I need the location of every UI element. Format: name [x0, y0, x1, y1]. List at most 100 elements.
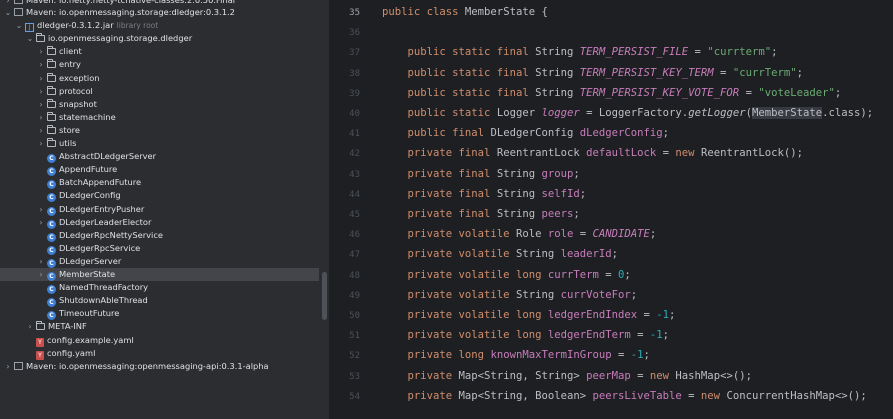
code-token: MemberState — [751, 107, 823, 119]
tree-item-label: entry — [59, 59, 81, 70]
tree-item[interactable]: › statemachine — [0, 111, 319, 124]
tree-item[interactable]: › exception — [0, 72, 319, 85]
code-token: private volatile — [407, 228, 516, 241]
code-token: ; — [662, 329, 670, 342]
line-number: 39 — [349, 88, 360, 99]
tree-item[interactable]: ⌄ io.openmessaging.storage.dledger — [0, 32, 319, 45]
package-icon — [47, 46, 56, 56]
jar-icon: J — [25, 23, 34, 33]
tree-item-label: META-INF — [48, 321, 87, 332]
chevron-right-icon[interactable]: › — [4, 360, 12, 373]
chevron-right-icon[interactable]: › — [37, 203, 45, 216]
tree-item[interactable]: ⌄ Jdledger-0.3.1.2.jar library root — [0, 19, 319, 33]
chevron-right-icon[interactable]: › — [37, 85, 45, 98]
chevron-right-icon[interactable]: › — [37, 268, 45, 281]
code-line[interactable]: public final DLedgerConfig dLedgerConfig… — [382, 127, 670, 139]
code-token: public static final — [407, 86, 536, 99]
tree-item[interactable]: › Maven: io.openmessaging:openmessaging-a… — [0, 360, 319, 373]
code-line[interactable]: public class MemberState { — [382, 6, 548, 18]
code-token: group — [541, 167, 574, 180]
tree-item[interactable]: C AbstractDLedgerServer — [0, 150, 319, 164]
code-token: = — [598, 268, 619, 281]
tree-item[interactable]: › C DLedgerLeaderElector — [0, 216, 319, 229]
code-line[interactable]: public static final String TERM_PERSIST_… — [382, 46, 778, 58]
code-token: = — [637, 309, 657, 321]
chevron-down-icon[interactable]: ⌄ — [15, 19, 23, 32]
chevron-right-icon[interactable]: › — [37, 216, 45, 229]
tree-item[interactable]: › C MemberState — [0, 268, 319, 281]
code-token: = — [630, 329, 650, 342]
code-line[interactable]: private volatile String currVoteFor; — [382, 289, 638, 301]
tree-item[interactable]: Yconfig.yaml — [0, 347, 319, 360]
code-line[interactable]: private final String selfId; — [382, 187, 587, 200]
tree-item-label: config.example.yaml — [47, 334, 134, 345]
tree-item[interactable]: › store — [0, 124, 319, 137]
code-line[interactable]: public static final String TERM_PERSIST_… — [382, 67, 803, 79]
chevron-right-icon[interactable]: › — [37, 45, 45, 58]
code-line[interactable]: public static Logger logger = LoggerFact… — [382, 107, 873, 119]
code-token: private final — [407, 147, 497, 160]
chevron-right-icon[interactable]: › — [26, 320, 34, 333]
code-line[interactable]: private volatile String leaderId; — [382, 248, 619, 260]
tree-item-hint: library root — [116, 21, 159, 31]
package-icon — [47, 111, 56, 121]
code-line[interactable]: public static final String TERM_PERSIST_… — [382, 86, 842, 99]
chevron-right-icon[interactable]: › — [37, 124, 45, 137]
tree-item[interactable]: C DLedgerConfig — [0, 189, 319, 203]
chevron-right-icon[interactable]: › — [37, 58, 45, 71]
tree-item[interactable]: › client — [0, 45, 319, 58]
class-icon: C — [47, 272, 56, 281]
tree-item[interactable]: C DLedgerRpcService — [0, 242, 319, 255]
code-line[interactable]: private volatile long ledgerEndTerm = -1… — [382, 329, 670, 342]
tree-item[interactable]: C NamedThreadFactory — [0, 281, 319, 295]
line-number: 48 — [349, 270, 360, 281]
tree-item[interactable]: C AppendFuture — [0, 163, 319, 177]
tree-item[interactable]: Yconfig.example.yaml — [0, 334, 319, 347]
code-line[interactable]: private volatile long currTerm = 0; — [382, 269, 631, 281]
code-line[interactable]: private final String peers; — [382, 208, 580, 220]
chevron-right-icon[interactable]: › — [37, 72, 45, 85]
code-token: = — [573, 228, 593, 241]
tree-item-label: client — [59, 46, 82, 57]
chevron-right-icon[interactable]: › — [37, 255, 45, 268]
code-token: String — [535, 66, 580, 79]
tree-item[interactable]: › protocol — [0, 85, 319, 98]
code-line[interactable]: private final String group; — [382, 168, 580, 180]
chevron-right-icon[interactable]: › — [37, 111, 45, 124]
tree-item[interactable]: C ShutdownAbleThread — [0, 294, 319, 308]
tree-item-label: statemachine — [59, 111, 116, 122]
code-line[interactable]: private Map<String, String> peerMap = ne… — [382, 370, 752, 382]
chevron-down-icon[interactable]: ⌄ — [4, 6, 12, 19]
code-line[interactable]: private volatile long ledgerEndIndex = -… — [382, 309, 676, 321]
tree-item[interactable]: › snapshot — [0, 98, 319, 111]
tree-item-label: DLedgerLeaderElector — [59, 216, 152, 227]
code-editor[interactable]: 35 36 37 38 39 40 41 42 43 44 45 46 47 48 49 50 51 52 53 54… — [330, 0, 893, 419]
code-line[interactable]: private long knownMaxTermInGroup = -1; — [382, 349, 650, 361]
tree-item[interactable]: › META-INF — [0, 320, 319, 333]
tree-item[interactable]: ⌄ Maven: io.openmessaging.storage:dledger… — [0, 6, 319, 19]
code-token: -1 — [630, 349, 644, 362]
tree-item[interactable]: C BatchAppendFuture — [0, 176, 319, 190]
chevron-right-icon[interactable]: › — [37, 98, 45, 111]
tree-item[interactable]: › C DLedgerServer — [0, 255, 319, 268]
project-tree[interactable]: › Maven: io.netty:netty-tcnative-classes:… — [0, 0, 330, 419]
tree-item[interactable]: C TimeoutFuture — [0, 307, 319, 321]
code-token: String — [496, 187, 542, 200]
tree-item[interactable]: › C DLedgerEntryPusher — [0, 203, 319, 216]
tree-item[interactable]: › utils — [0, 137, 319, 150]
chevron-right-icon[interactable]: › — [37, 137, 45, 150]
yaml-file-icon: Y — [36, 350, 44, 360]
code-token: String — [496, 208, 542, 220]
chevron-down-icon[interactable]: ⌄ — [26, 32, 34, 45]
tree-item[interactable]: C DLedgerRpcNettyService — [0, 229, 319, 242]
tree-item[interactable]: › entry — [0, 58, 319, 71]
tree-scrollbar[interactable] — [322, 272, 327, 320]
code-token: String — [496, 167, 542, 180]
code-line[interactable]: private volatile Role role = CANDIDATE; — [382, 228, 657, 241]
code-line[interactable]: private final ReentrantLock defaultLock … — [382, 147, 803, 159]
code-token: -1 — [649, 329, 663, 342]
code-line[interactable]: private Map<String, Boolean> peersLiveTa… — [382, 390, 867, 402]
